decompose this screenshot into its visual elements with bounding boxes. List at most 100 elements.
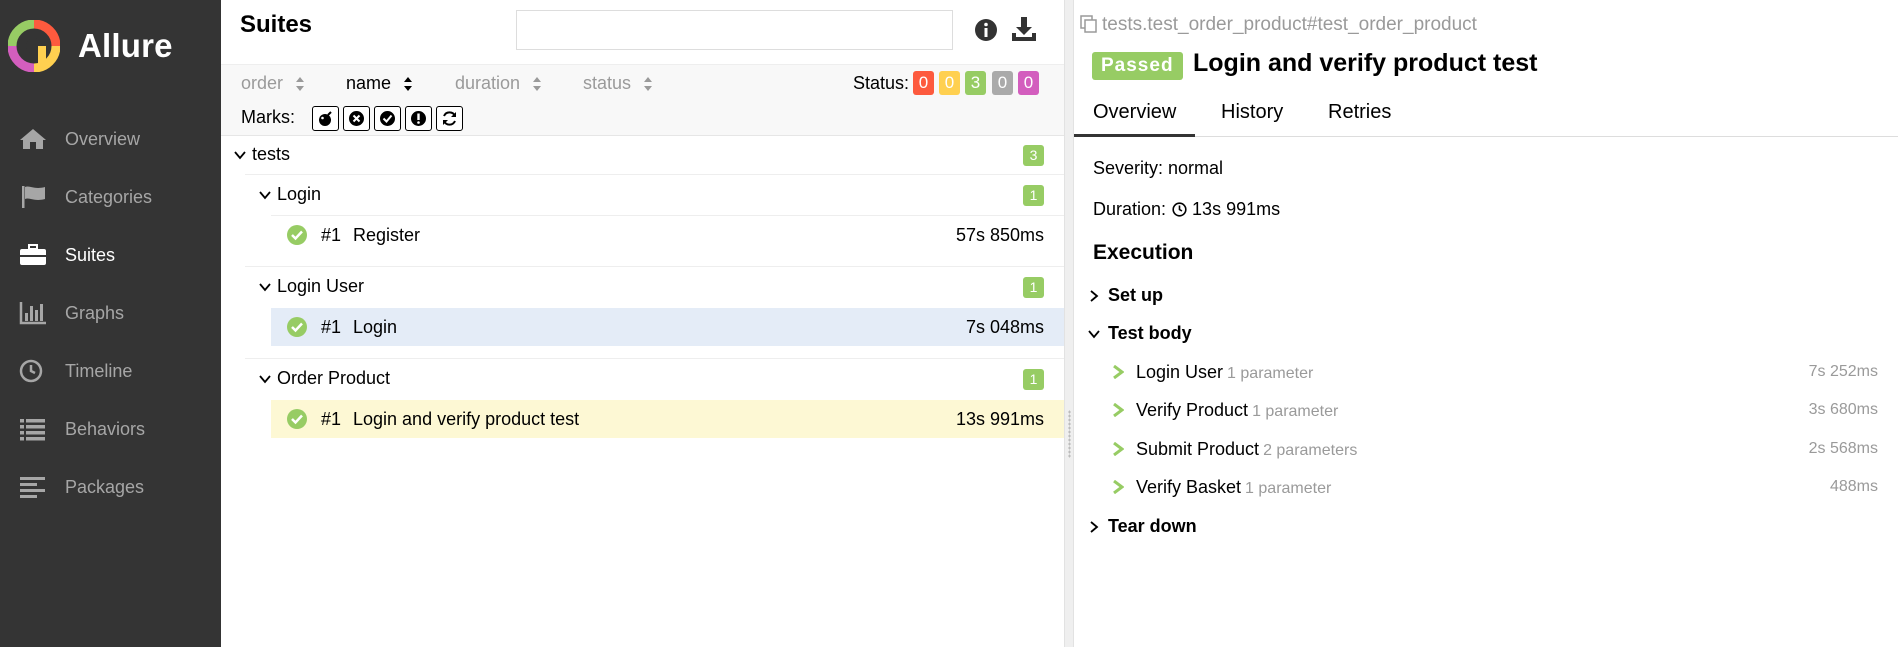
check-circle-icon	[380, 111, 395, 126]
stage-test-body[interactable]: Test body	[1088, 323, 1192, 344]
tab-history[interactable]: History	[1221, 101, 1283, 137]
chevron-down-icon	[234, 151, 246, 160]
briefcase-icon	[20, 244, 46, 265]
chevron-right-icon	[1113, 480, 1124, 494]
tree-node-root[interactable]: tests 3	[221, 136, 1064, 174]
test-name: Login	[353, 317, 398, 337]
info-icon[interactable]	[974, 18, 998, 42]
status-passed-toggle[interactable]: 3	[965, 71, 986, 95]
sort-label: duration	[455, 73, 521, 93]
status-filter-label: Status:	[853, 73, 910, 93]
sort-icon	[296, 76, 305, 91]
stage-teardown[interactable]: Tear down	[1088, 516, 1197, 537]
test-name: Login and verify product test	[353, 409, 580, 429]
test-detail-panel: tests.test_order_product#test_order_prod…	[1074, 0, 1898, 647]
tree-node-group[interactable]: Order Product 1	[221, 359, 1064, 399]
chevron-right-icon	[1090, 289, 1099, 302]
sort-order[interactable]: order	[241, 73, 305, 94]
flag-icon	[22, 186, 45, 208]
status-badge: Passed	[1092, 52, 1183, 80]
sidebar-item-timeline[interactable]: Timeline	[0, 342, 221, 400]
list-icon	[20, 419, 45, 441]
severity: Severity: normal	[1093, 158, 1224, 178]
test-row[interactable]: #1 Register 57s 850ms	[271, 216, 1064, 254]
sort-label: status	[583, 73, 632, 93]
step-row[interactable]: Submit Product 2 parameters 2s 568ms	[1112, 438, 1878, 462]
status-skipped-toggle[interactable]: 0	[992, 71, 1013, 95]
sidebar-item-suites[interactable]: Suites	[0, 226, 226, 284]
test-title: Login and verify product test	[1193, 49, 1538, 77]
tree-node-label: Login User	[277, 276, 365, 296]
sort-status[interactable]: status	[583, 73, 653, 94]
stage-setup[interactable]: Set up	[1088, 285, 1163, 306]
chevron-right-icon	[1113, 365, 1124, 379]
chevron-down-icon	[259, 191, 271, 200]
step-params: 2 parameters	[1263, 442, 1358, 459]
sort-label: name	[346, 73, 392, 93]
allure-logo	[8, 20, 60, 72]
stage-label: Tear down	[1108, 516, 1197, 536]
step-row[interactable]: Verify Basket 1 parameter 488ms	[1112, 476, 1878, 500]
exclamation-icon	[411, 111, 426, 126]
chevron-right-icon	[1113, 403, 1124, 417]
mark-new-passed-toggle[interactable]	[374, 106, 401, 131]
sort-name[interactable]: name	[346, 73, 413, 94]
clock-icon	[19, 359, 43, 383]
step-row[interactable]: Login User 1 parameter 7s 252ms	[1112, 361, 1878, 385]
sidebar-item-behaviors[interactable]: Behaviors	[0, 400, 221, 458]
duration-label: Duration:	[1093, 199, 1167, 219]
test-duration: 7s 048ms	[965, 317, 1044, 337]
check-circle-icon	[287, 409, 307, 429]
sort-duration[interactable]: duration	[455, 73, 542, 94]
chevron-down-icon	[259, 283, 271, 292]
sidebar-item-overview[interactable]: Overview	[0, 110, 221, 168]
test-number: #1	[321, 409, 342, 429]
test-duration: 57s 850ms	[955, 225, 1044, 245]
tab-retries[interactable]: Retries	[1328, 101, 1391, 137]
sidebar-item-label: Suites	[65, 244, 116, 265]
step-name: Verify Basket	[1136, 477, 1242, 497]
count-badge: 3	[1023, 145, 1044, 166]
chevron-down-icon	[1088, 329, 1100, 338]
sort-label: order	[241, 73, 284, 93]
mark-retries-toggle[interactable]	[436, 106, 463, 131]
status-failed-toggle[interactable]: 0	[913, 71, 934, 95]
search-input[interactable]	[516, 10, 953, 50]
step-duration: 3s 680ms	[1808, 401, 1878, 418]
tree-node-group[interactable]: Login User 1	[221, 267, 1064, 307]
sidebar-item-categories[interactable]: Categories	[0, 168, 221, 226]
align-left-icon	[20, 477, 45, 498]
duration: Duration: 13s 991ms	[1093, 199, 1280, 220]
test-full-name: tests.test_order_product#test_order_prod…	[1102, 14, 1477, 35]
sidebar-item-label: Graphs	[65, 302, 125, 323]
tab-overview[interactable]: Overview	[1074, 101, 1196, 137]
duration-value: 13s 991ms	[1192, 199, 1281, 219]
step-row[interactable]: Verify Product 1 parameter 3s 680ms	[1112, 399, 1878, 423]
sidebar-nav: Overview Categories Suites Graphs Timeli…	[0, 110, 226, 516]
status-unknown-toggle[interactable]: 0	[1018, 71, 1039, 95]
count-badge: 1	[1023, 369, 1044, 390]
step-duration: 488ms	[1829, 478, 1878, 495]
brand-name: Allure	[78, 27, 173, 64]
status-broken-toggle[interactable]: 0	[939, 71, 960, 95]
copy-icon[interactable]	[1080, 15, 1098, 33]
tree-node-group[interactable]: Login 1	[221, 175, 1064, 215]
step-params: 1 parameter	[1252, 403, 1339, 420]
test-duration: 13s 991ms	[955, 409, 1044, 429]
chevron-down-icon	[259, 375, 271, 384]
brand[interactable]: Allure	[8, 20, 173, 72]
pane-splitter[interactable]	[1064, 0, 1074, 647]
count-badge: 1	[1023, 185, 1044, 206]
sidebar-item-packages[interactable]: Packages	[0, 458, 221, 516]
sort-icon	[533, 76, 542, 91]
mark-new-failed-toggle[interactable]	[343, 106, 370, 131]
test-row[interactable]: #1 Login 7s 048ms	[271, 308, 1064, 346]
bomb-icon	[319, 111, 332, 126]
mark-new-broken-toggle[interactable]	[405, 106, 432, 131]
download-icon[interactable]	[1011, 16, 1037, 42]
test-row[interactable]: #1 Login and verify product test 13s 991…	[271, 400, 1064, 438]
sidebar-item-graphs[interactable]: Graphs	[0, 284, 221, 342]
home-icon	[20, 129, 46, 149]
mark-flaky-toggle[interactable]	[312, 106, 339, 131]
test-number: #1	[321, 225, 342, 245]
